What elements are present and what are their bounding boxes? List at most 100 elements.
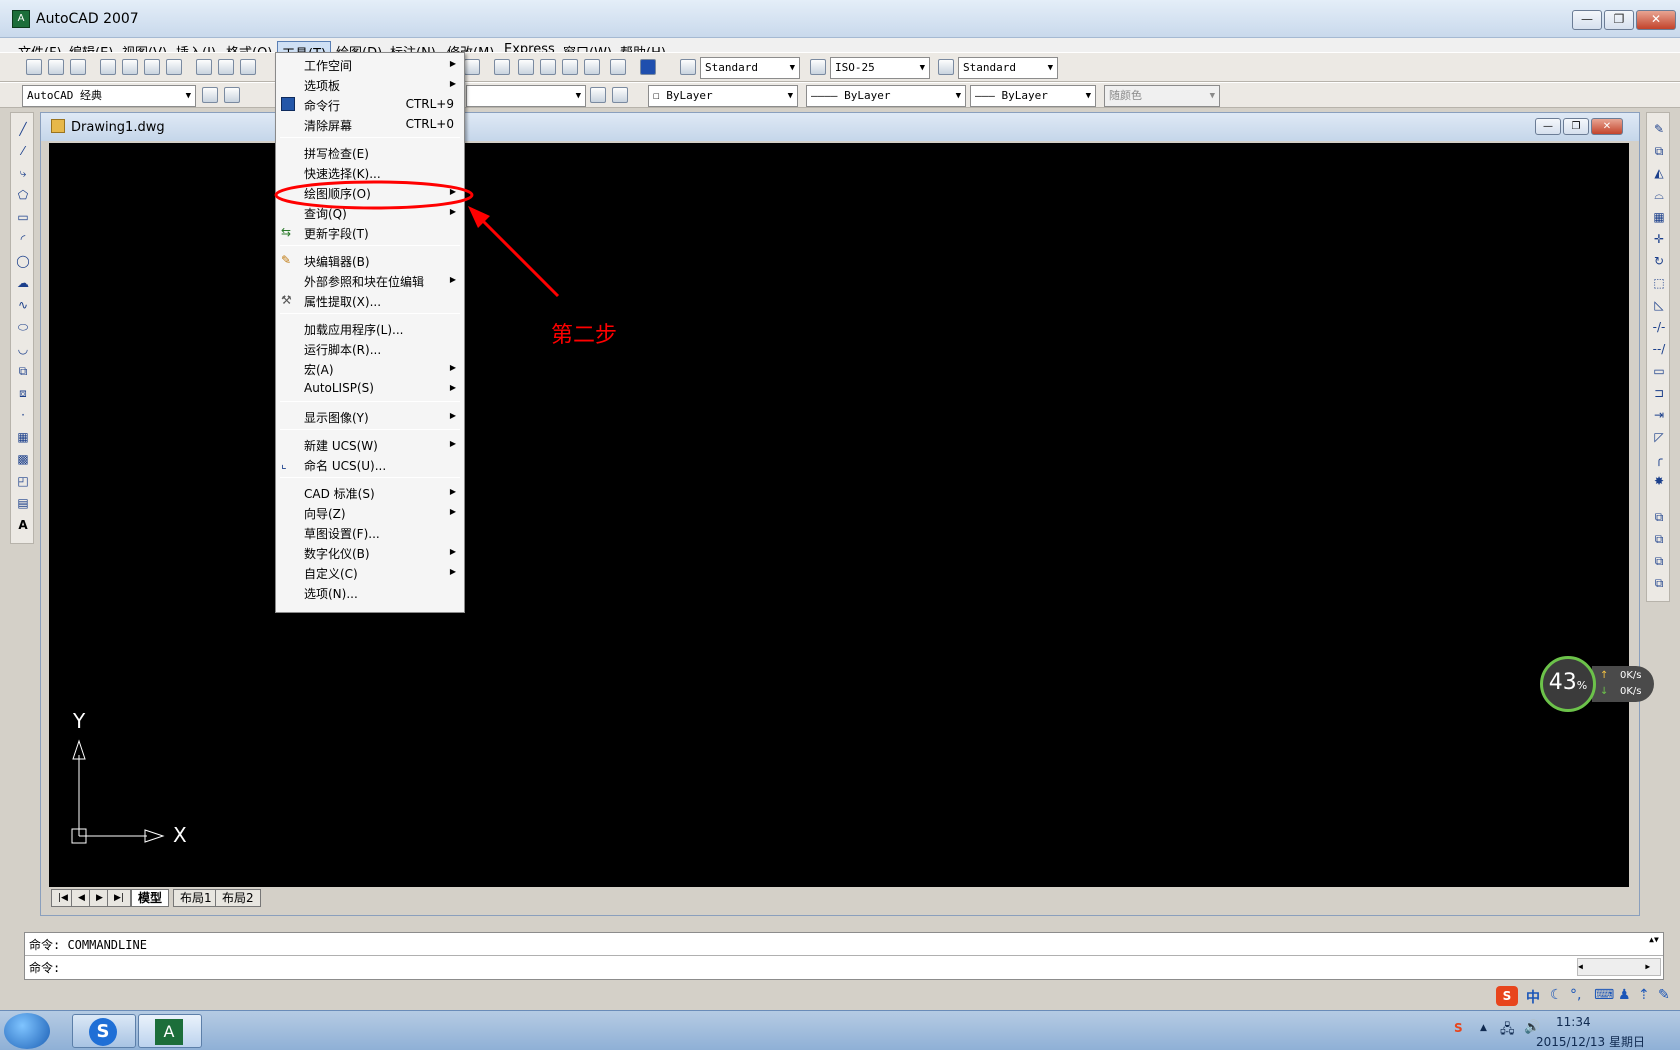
menu-item-wizards[interactable]: 向导(Z) [304, 505, 346, 522]
polyline-icon[interactable]: ⤷ [15, 165, 31, 181]
mirror-icon[interactable]: ◭ [1651, 165, 1667, 181]
start-button[interactable] [4, 1013, 50, 1049]
plot-preview-icon[interactable] [122, 59, 138, 75]
break-at-point-icon[interactable]: ▭ [1651, 363, 1667, 379]
autocad-app-icon[interactable]: A [12, 10, 30, 28]
lineweight-select[interactable]: ——— ByLayer ▼ [970, 85, 1096, 107]
menu-item-tablet[interactable]: 数字化仪(B) [304, 545, 370, 562]
command-scrollbar[interactable]: ▲▼ [1647, 935, 1661, 953]
tray-expand-icon[interactable]: ▲ [1480, 1023, 1487, 1033]
tab-layout2[interactable]: 布局2 [215, 889, 261, 907]
multiline-text-icon[interactable]: A [15, 517, 31, 533]
menu-item-palettes[interactable]: 选项板 [304, 77, 340, 94]
text-style-icon[interactable] [680, 59, 696, 75]
menu-item-named-ucs[interactable]: 命名 UCS(U)... [304, 457, 386, 474]
layer-previous-icon[interactable] [612, 87, 628, 103]
user-icon[interactable]: ♟ [1618, 987, 1631, 1003]
save-icon[interactable] [70, 59, 86, 75]
polygon-icon[interactable]: ⬠ [15, 187, 31, 203]
menu-item-run-script[interactable]: 运行脚本(R)... [304, 341, 381, 358]
break-icon[interactable]: ⊐ [1651, 385, 1667, 401]
arc-icon[interactable]: ◜ [15, 231, 31, 247]
menu-item-spelling[interactable]: 拼写检查(E) [304, 145, 369, 162]
menu-item-display-image[interactable]: 显示图像(Y) [304, 409, 369, 426]
insert-block-icon[interactable]: ⧉ [15, 363, 31, 379]
draw-order-back-icon[interactable]: ⧉ [1651, 531, 1667, 547]
construction-line-icon[interactable]: ⁄ [15, 143, 31, 159]
drawing-minimize-button[interactable]: — [1535, 118, 1561, 135]
markup-icon[interactable] [584, 59, 600, 75]
workspace-save-icon[interactable] [224, 87, 240, 103]
move-icon[interactable]: ✛ [1651, 231, 1667, 247]
skin-icon[interactable]: ⇡ [1638, 987, 1650, 1003]
menu-item-new-ucs[interactable]: 新建 UCS(W) [304, 437, 378, 454]
tab-model[interactable]: 模型 [131, 889, 170, 907]
array-icon[interactable]: ▦ [1651, 209, 1667, 225]
copy-object-icon[interactable]: ⧉ [1651, 143, 1667, 159]
circle-icon[interactable]: ◯ [15, 253, 31, 269]
chamfer-icon[interactable]: ◸ [1651, 429, 1667, 445]
join-icon[interactable]: ⇥ [1651, 407, 1667, 423]
cut-icon[interactable] [196, 59, 212, 75]
minimize-button[interactable]: — [1572, 10, 1602, 30]
region-icon[interactable]: ◰ [15, 473, 31, 489]
menu-item-macro[interactable]: 宏(A) [304, 361, 334, 378]
plot-icon[interactable] [100, 59, 116, 75]
tab-layout1[interactable]: 布局1 [173, 889, 219, 907]
calculator-icon[interactable] [610, 59, 626, 75]
drawing-maximize-button[interactable]: ❐ [1563, 118, 1589, 135]
ime-language[interactable]: 中 [1526, 987, 1540, 1007]
tab-last-button[interactable]: ▶| [107, 889, 131, 907]
menu-item-load-application[interactable]: 加载应用程序(L)... [304, 321, 404, 338]
spline-icon[interactable]: ∿ [15, 297, 31, 313]
punctuation-icon[interactable]: °, [1570, 987, 1581, 1003]
text-style-select[interactable]: Standard ▼ [700, 57, 800, 79]
draw-order-above-icon[interactable]: ⧉ [1651, 553, 1667, 569]
revision-cloud-icon[interactable]: ☁ [15, 275, 31, 291]
zoom-previous-icon[interactable] [464, 59, 480, 75]
rectangle-icon[interactable]: ▭ [15, 209, 31, 225]
workspace-settings-icon[interactable] [202, 87, 218, 103]
line-icon[interactable]: ╱ [15, 121, 31, 137]
tool-palettes-icon[interactable] [540, 59, 556, 75]
open-icon[interactable] [48, 59, 64, 75]
drawing-close-button[interactable]: ✕ [1591, 118, 1623, 135]
point-icon[interactable]: · [15, 407, 31, 423]
make-current-layer-icon[interactable] [590, 87, 606, 103]
ime-logo[interactable]: S [1496, 986, 1518, 1006]
ellipse-icon[interactable]: ⬭ [15, 319, 31, 335]
sheet-set-icon[interactable] [562, 59, 578, 75]
network-icon[interactable]: 🖧 [1500, 1020, 1515, 1042]
explode-icon[interactable]: ✸ [1651, 473, 1667, 489]
network-speed-widget[interactable]: ↑ 0K/s ↓ 0K/s 43% [1540, 656, 1654, 712]
gradient-icon[interactable]: ▩ [15, 451, 31, 467]
new-icon[interactable] [26, 59, 42, 75]
taskbar-sogou-button[interactable]: S [72, 1014, 136, 1048]
command-prompt[interactable]: 命令: [29, 959, 60, 976]
tray-sogou-icon[interactable]: S [1454, 1021, 1463, 1035]
hatch-icon[interactable]: ▦ [15, 429, 31, 445]
close-button[interactable]: ✕ [1636, 10, 1676, 30]
clock-time[interactable]: 11:34 [1556, 1015, 1591, 1029]
menu-item-autolisp[interactable]: AutoLISP(S) [304, 381, 374, 395]
workspace-select[interactable]: AutoCAD 经典 ▼ [22, 85, 196, 107]
menu-item-clean-screen[interactable]: 清除屏幕 [304, 117, 352, 134]
menu-item-customize[interactable]: 自定义(C) [304, 565, 358, 582]
ellipse-arc-icon[interactable]: ◡ [15, 341, 31, 357]
publish-web-icon[interactable] [166, 59, 182, 75]
properties-icon[interactable] [494, 59, 510, 75]
maximize-button[interactable]: ❐ [1604, 10, 1634, 30]
fillet-icon[interactable]: ╭ [1651, 451, 1667, 467]
publish-icon[interactable] [144, 59, 160, 75]
scale-icon[interactable]: ⬚ [1651, 275, 1667, 291]
dim-style-icon[interactable] [810, 59, 826, 75]
menu-item-workspaces[interactable]: 工作空间 [304, 57, 352, 74]
table-icon[interactable]: ▤ [15, 495, 31, 511]
clock-date[interactable]: 2015/12/13 星期日 [1536, 1033, 1645, 1050]
table-style-icon[interactable] [938, 59, 954, 75]
keyboard-icon[interactable]: ⌨ [1594, 987, 1614, 1003]
command-hscrollbar[interactable]: ◀ ▶ [1577, 958, 1661, 976]
menu-item-drafting-settings[interactable]: 草图设置(F)... [304, 525, 380, 542]
menu-item-command-line[interactable]: 命令行 [304, 97, 340, 114]
rotate-icon[interactable]: ↻ [1651, 253, 1667, 269]
